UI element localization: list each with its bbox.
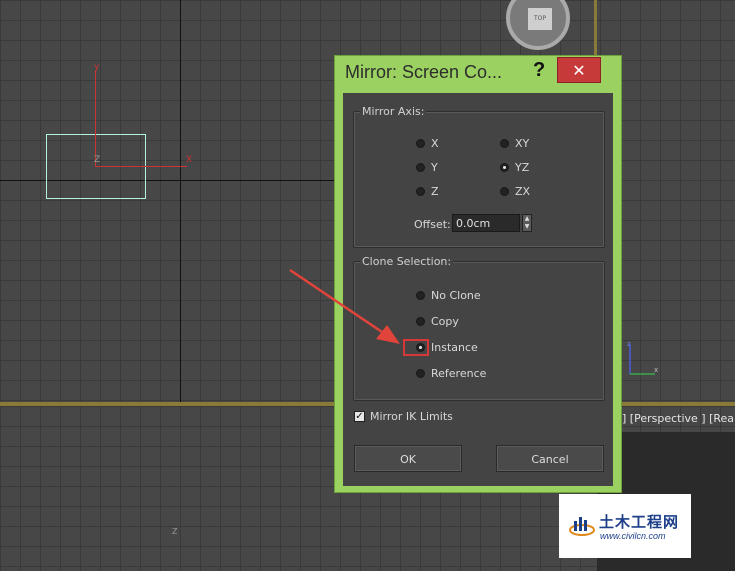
gizmo-y-label: Y: [94, 64, 100, 74]
transform-gizmo-y-axis[interactable]: [95, 70, 96, 167]
radio-label-yz: YZ: [515, 161, 530, 174]
svg-text:z: z: [627, 340, 631, 348]
mirror-ik-limits-label: Mirror IK Limits: [370, 410, 453, 423]
radio-axis-yz[interactable]: YZ: [500, 161, 529, 174]
gizmo-z-label: Z: [94, 155, 101, 165]
cancel-button[interactable]: Cancel: [496, 445, 604, 472]
close-button[interactable]: ✕: [557, 57, 601, 83]
dialog-titlebar[interactable]: Mirror: Screen Co... ? ✕: [335, 56, 621, 93]
radio-button-zx[interactable]: [500, 187, 509, 196]
radio-reference[interactable]: Reference: [416, 367, 486, 380]
radio-no-clone[interactable]: No Clone: [416, 289, 481, 302]
radio-label-instance: Instance: [431, 341, 478, 354]
radio-label-y: Y: [431, 161, 438, 174]
radio-label-no-clone: No Clone: [431, 289, 481, 302]
radio-label-zx: ZX: [515, 185, 531, 198]
mirror-axis-group: Mirror Axis: X Y Z XY YZ ZX Offset: 0.0c…: [353, 105, 605, 248]
svg-text:x: x: [654, 366, 658, 374]
watermark-logo: 土木工程网 www.civilcn.com: [559, 494, 691, 558]
radio-button-yz[interactable]: [500, 163, 509, 172]
dialog-client-area: Mirror Axis: X Y Z XY YZ ZX Offset: 0.0c…: [343, 93, 613, 486]
viewcube-top-face[interactable]: TOP: [528, 8, 552, 30]
radio-button-xy[interactable]: [500, 139, 509, 148]
radio-label-copy: Copy: [431, 315, 459, 328]
instance-highlight-box: [403, 339, 429, 356]
viewport-y-axis-line: [180, 0, 181, 402]
watermark-url: www.civilcn.com: [600, 531, 666, 541]
mirror-dialog: Mirror: Screen Co... ? ✕ Mirror Axis: X …: [334, 55, 622, 493]
watermark-title: 土木工程网: [599, 513, 680, 531]
radio-axis-y[interactable]: Y: [416, 161, 438, 174]
radio-button-x[interactable]: [416, 139, 425, 148]
offset-spinner[interactable]: ▲ ▼: [522, 214, 532, 232]
radio-copy[interactable]: Copy: [416, 315, 459, 328]
mirror-axis-title: Mirror Axis:: [360, 105, 427, 118]
radio-axis-zx[interactable]: ZX: [500, 185, 530, 198]
clone-selection-group: Clone Selection: No Clone Copy Instance …: [353, 255, 605, 401]
viewport-label-perspective[interactable]: ] [Perspective ] [Realist: [622, 412, 735, 425]
help-button[interactable]: ?: [533, 59, 545, 82]
radio-button-z[interactable]: [416, 187, 425, 196]
ok-button[interactable]: OK: [354, 445, 462, 472]
radio-button-reference[interactable]: [416, 369, 425, 378]
dialog-title: Mirror: Screen Co...: [345, 62, 503, 82]
axis-tripod-icon: z x: [627, 340, 661, 383]
gizmo-x-label: X: [186, 155, 193, 165]
mirror-ik-limits-checkbox[interactable]: ✓: [354, 411, 365, 422]
radio-axis-x[interactable]: X: [416, 137, 439, 150]
radio-label-z: Z: [431, 185, 439, 198]
radio-axis-xy[interactable]: XY: [500, 137, 529, 150]
radio-label-reference: Reference: [431, 367, 487, 380]
radio-label-xy: XY: [515, 137, 530, 150]
offset-label: Offset:: [414, 218, 451, 231]
building-logo-icon: [569, 517, 595, 536]
mirror-ik-limits-row[interactable]: ✓ Mirror IK Limits: [354, 410, 453, 423]
radio-axis-z[interactable]: Z: [416, 185, 439, 198]
offset-input[interactable]: 0.0cm: [452, 214, 520, 232]
radio-button-no-clone[interactable]: [416, 291, 425, 300]
bottom-viewport-z-label: Z: [172, 527, 178, 536]
radio-button-copy[interactable]: [416, 317, 425, 326]
clone-selection-title: Clone Selection:: [360, 255, 454, 268]
radio-label-x: X: [431, 137, 439, 150]
radio-button-y[interactable]: [416, 163, 425, 172]
transform-gizmo-x-axis[interactable]: [95, 166, 187, 167]
